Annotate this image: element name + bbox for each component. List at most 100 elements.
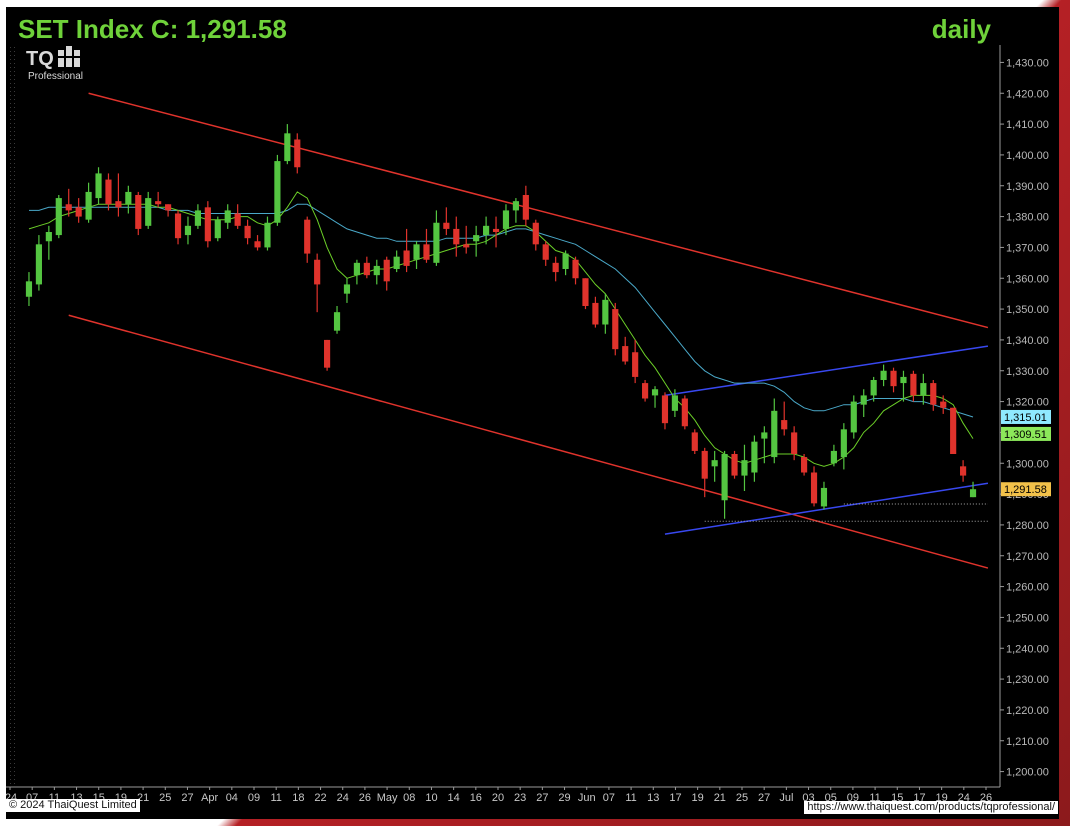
candle-body bbox=[602, 299, 609, 325]
candle-body bbox=[105, 179, 112, 205]
candle bbox=[890, 367, 897, 393]
date-tick-label: 16 bbox=[470, 792, 482, 804]
candle-body bbox=[810, 472, 818, 504]
candle bbox=[731, 450, 738, 479]
date-tick-label: Jun bbox=[578, 792, 596, 804]
candle bbox=[234, 204, 241, 229]
candle-body bbox=[115, 201, 122, 208]
candle bbox=[542, 241, 549, 266]
date-tick-label: 09 bbox=[248, 792, 260, 804]
candle bbox=[751, 435, 758, 482]
candle-body bbox=[969, 489, 977, 498]
candle bbox=[651, 386, 659, 408]
candle-body bbox=[65, 204, 72, 211]
date-tick-label: 11 bbox=[625, 792, 636, 804]
date-tick-label: 27 bbox=[758, 792, 770, 804]
price-tick-label: 1,200.00 bbox=[1006, 767, 1049, 779]
candle-body bbox=[343, 284, 351, 294]
candle-body bbox=[691, 432, 698, 451]
tq-logo: TQ Professional bbox=[26, 46, 83, 82]
ma-short-price-tag: 1,309.51 bbox=[1001, 426, 1051, 441]
date-tick-label: 26 bbox=[359, 792, 371, 804]
source-url[interactable]: https://www.thaiquest.com/products/tqpro… bbox=[804, 801, 1058, 814]
price-tag-text: 1,291.58 bbox=[1004, 484, 1047, 496]
price-tag-text: 1,309.51 bbox=[1004, 429, 1047, 441]
price-tick-label: 1,350.00 bbox=[1006, 304, 1049, 316]
candle-body bbox=[820, 487, 828, 507]
candle bbox=[453, 216, 460, 257]
candle bbox=[602, 293, 609, 334]
candle-body bbox=[165, 204, 172, 211]
candle bbox=[661, 392, 669, 430]
price-tick-label: 1,400.00 bbox=[1006, 150, 1049, 162]
candle bbox=[473, 225, 480, 257]
candle bbox=[592, 296, 599, 328]
date-tick-label: 20 bbox=[492, 792, 504, 804]
date-tick-label: 10 bbox=[425, 792, 437, 804]
candle-body bbox=[483, 225, 490, 236]
candle-body bbox=[542, 244, 549, 260]
price-tick-label: 1,250.00 bbox=[1006, 612, 1049, 624]
candle bbox=[423, 228, 430, 263]
candle bbox=[512, 198, 519, 223]
date-tick-label: 27 bbox=[536, 792, 548, 804]
ma-long-line bbox=[29, 203, 974, 418]
candle bbox=[443, 207, 450, 236]
candle-body bbox=[761, 432, 768, 439]
candle-body bbox=[393, 256, 400, 269]
upper-channel-line bbox=[88, 92, 989, 329]
candle-body bbox=[701, 450, 708, 479]
candle bbox=[681, 395, 688, 430]
price-tick-label: 1,330.00 bbox=[1006, 366, 1049, 378]
candle-body bbox=[801, 457, 808, 473]
candle-body bbox=[731, 454, 738, 476]
candle-body bbox=[244, 225, 251, 239]
price-tick-label: 1,320.00 bbox=[1006, 397, 1049, 409]
price-tick-label: 1,240.00 bbox=[1006, 643, 1049, 655]
candle bbox=[622, 336, 629, 365]
candle-body bbox=[960, 466, 967, 476]
candle bbox=[174, 210, 182, 245]
candle-body bbox=[234, 213, 241, 226]
candle-body bbox=[403, 250, 410, 266]
lower-channel-line bbox=[68, 314, 989, 569]
date-tick-label: 04 bbox=[226, 792, 238, 804]
candle bbox=[781, 401, 788, 436]
date-tick-label: 07 bbox=[603, 792, 615, 804]
candle bbox=[35, 235, 42, 291]
date-tick-label: 24 bbox=[337, 792, 349, 804]
candle-body bbox=[681, 398, 688, 427]
candlestick-chart: 1,200.00 1,210.00 1,220.00 1,230.00 1,240.00… bbox=[6, 14, 1051, 804]
candle bbox=[95, 167, 102, 205]
candle-body bbox=[910, 373, 917, 396]
candle-body bbox=[204, 207, 211, 242]
date-tick-label: Jul bbox=[779, 792, 793, 804]
date-tick-label: 21 bbox=[714, 792, 726, 804]
candle bbox=[413, 241, 420, 269]
candle-body bbox=[45, 232, 52, 242]
candle-body bbox=[890, 370, 897, 387]
candle bbox=[25, 272, 33, 306]
candle bbox=[771, 398, 778, 464]
candle bbox=[741, 444, 748, 491]
price-tick-label: 1,220.00 bbox=[1006, 705, 1049, 717]
candle-body bbox=[502, 210, 510, 229]
price-tick-label: 1,370.00 bbox=[1006, 242, 1049, 254]
date-tick-label: 22 bbox=[314, 792, 326, 804]
candle bbox=[691, 429, 698, 454]
candle bbox=[930, 380, 937, 411]
candle-body bbox=[55, 198, 62, 236]
candle-body bbox=[572, 259, 579, 279]
candle-body bbox=[711, 460, 718, 467]
candle bbox=[870, 376, 877, 402]
candle-body bbox=[463, 244, 470, 248]
candle-body bbox=[75, 207, 82, 217]
logo-sub: Professional bbox=[28, 71, 83, 82]
candle bbox=[880, 364, 887, 387]
candle bbox=[463, 225, 470, 254]
candle bbox=[165, 204, 172, 217]
date-tick-label: 13 bbox=[647, 792, 659, 804]
candle-body bbox=[95, 173, 102, 199]
candle-body bbox=[35, 244, 42, 285]
price-tick-label: 1,390.00 bbox=[1006, 181, 1049, 193]
